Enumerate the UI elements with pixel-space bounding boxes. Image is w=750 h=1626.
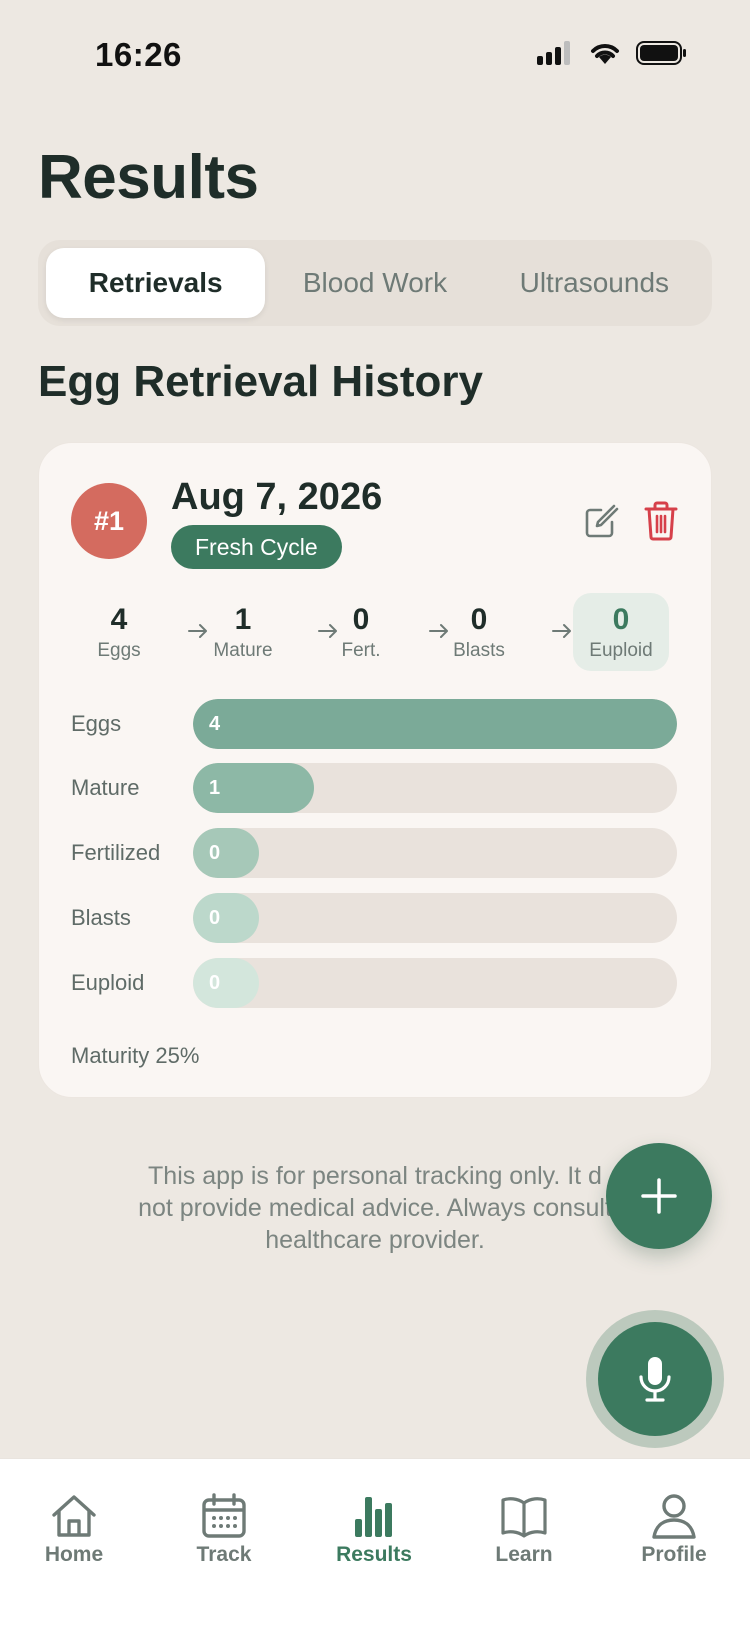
nav-track[interactable]: Track: [164, 1491, 284, 1581]
calendar-icon: [202, 1493, 246, 1538]
funnel-label: Fert.: [341, 639, 381, 661]
disclaimer-line: healthcare provider.: [265, 1226, 485, 1254]
bar-fill: 0: [193, 958, 259, 1008]
bar-track: 1: [193, 763, 677, 813]
cellular-signal-icon: [537, 41, 570, 65]
status-bar: 16:26: [0, 0, 750, 110]
nav-results[interactable]: Results: [314, 1491, 434, 1581]
voice-input-button-inner[interactable]: [598, 1322, 712, 1436]
voice-input-button[interactable]: [586, 1310, 724, 1448]
retrieval-funnel: 4 Eggs 1 Mature 0 Fert. 0 Blasts 0 Euplo…: [71, 593, 681, 673]
funnel-step-euploid: 0 Euploid: [573, 593, 669, 671]
funnel-label: Eggs: [97, 639, 141, 661]
retrieval-date: Aug 7, 2026: [171, 476, 383, 518]
bar-row-eggs: Eggs 4: [71, 699, 681, 749]
funnel-label: Euploid: [589, 639, 653, 661]
bar-label: Mature: [71, 775, 140, 800]
bar-track: 0: [193, 893, 677, 943]
bar-row-mature: Mature 1: [71, 763, 681, 813]
bar-label: Blasts: [71, 905, 131, 930]
status-icons: [536, 40, 688, 66]
funnel-step-blasts: 0 Blasts: [431, 593, 527, 671]
bar-row-fertilized: Fertilized 0: [71, 828, 681, 878]
funnel-value: 0: [470, 602, 488, 636]
bar-label: Fertilized: [71, 840, 161, 865]
section-title: Egg Retrieval History: [38, 357, 484, 406]
nav-home[interactable]: Home: [14, 1491, 134, 1581]
nav-profile[interactable]: Profile: [614, 1491, 734, 1581]
disclaimer-line: This app is for personal tracking only. …: [148, 1162, 602, 1190]
cycle-type-badge: Fresh Cycle: [171, 525, 342, 569]
nav-label: Track: [196, 1543, 252, 1566]
nav-learn[interactable]: Learn: [464, 1491, 584, 1581]
arrow-right-icon: [552, 624, 571, 638]
disclaimer: This app is for personal tracking only. …: [60, 1160, 690, 1256]
nav-label: Results: [336, 1543, 412, 1566]
bar-chart-icon: [355, 1497, 392, 1537]
bar-row-blasts: Blasts 0: [71, 893, 681, 943]
funnel-label: Blasts: [453, 639, 505, 661]
bar-track: 4: [193, 699, 677, 749]
funnel-label: Mature: [213, 639, 273, 661]
wifi-icon: [591, 44, 619, 64]
bar-fill: 0: [193, 828, 259, 878]
funnel-value: 0: [612, 602, 630, 636]
funnel-value: 0: [352, 602, 370, 636]
trash-icon: [644, 501, 678, 541]
bar-fill: 4: [193, 699, 677, 749]
page-title: Results: [38, 143, 259, 212]
results-tabs: Retrievals Blood Work Ultrasounds: [38, 240, 712, 326]
bar-label: Euploid: [71, 970, 145, 995]
funnel-step-fertilized: 0 Fert.: [313, 593, 409, 671]
retrieval-number-badge: #1: [71, 483, 147, 559]
tab-retrievals[interactable]: Retrievals: [46, 248, 266, 318]
maturity-text: Maturity 25%: [71, 1043, 200, 1068]
edit-button[interactable]: [581, 503, 619, 541]
retrieval-card[interactable]: #1 Aug 7, 2026 Fresh Cycle 4 Eggs 1 Matu…: [38, 442, 712, 1098]
funnel-step-eggs: 4 Eggs: [71, 593, 167, 671]
book-icon: [501, 1497, 547, 1538]
bar-fill: 0: [193, 893, 259, 943]
nav-label: Home: [44, 1543, 104, 1566]
delete-button[interactable]: [643, 501, 679, 541]
battery-icon: [636, 41, 686, 65]
bar-track: 0: [193, 828, 677, 878]
nav-label: Profile: [641, 1543, 707, 1566]
tab-blood-work[interactable]: Blood Work: [265, 248, 484, 318]
status-time: 16:26: [95, 36, 182, 73]
bar-track: 0: [193, 958, 677, 1008]
bottom-navigation: Home Track Results Learn Profile: [0, 1458, 750, 1626]
tab-ultrasounds[interactable]: Ultrasounds: [485, 248, 704, 318]
person-icon: [652, 1494, 696, 1539]
funnel-value: 4: [110, 602, 128, 636]
funnel-value: 1: [234, 602, 252, 636]
plus-icon: [641, 1178, 677, 1214]
funnel-step-mature: 1 Mature: [195, 593, 291, 671]
bar-row-euploid: Euploid 0: [71, 958, 681, 1008]
bar-label: Eggs: [71, 711, 122, 736]
nav-label: Learn: [495, 1543, 553, 1566]
add-retrieval-button[interactable]: [606, 1143, 712, 1249]
bar-fill: 1: [193, 763, 314, 813]
disclaimer-line: not provide medical advice. Always consu…: [138, 1194, 612, 1222]
edit-icon: [585, 504, 619, 538]
microphone-icon: [639, 1357, 671, 1402]
home-icon: [52, 1495, 96, 1537]
